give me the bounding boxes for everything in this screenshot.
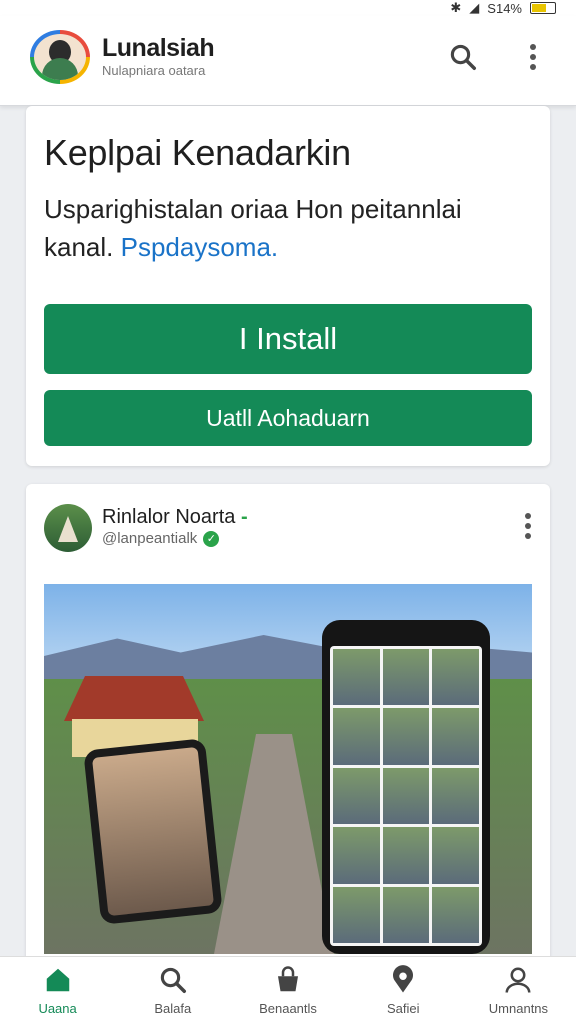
signal-icon: ◢ — [469, 0, 480, 15]
image-phone-right — [322, 620, 490, 954]
kebab-menu-icon — [530, 44, 536, 70]
app-subtitle: Nulapniara oatara — [102, 63, 206, 78]
location-icon — [393, 965, 414, 993]
status-bar: ✱ ◢ S14% — [0, 0, 576, 16]
post-image[interactable] — [44, 584, 532, 954]
install-card: Keplpai Kenadarkin Usparighistalan oriaa… — [26, 106, 550, 466]
nav-label: Umnantns — [488, 1001, 549, 1016]
search-icon — [450, 44, 476, 70]
post-author-name: Rinlalor Noarta — [102, 506, 236, 528]
nav-item-bag[interactable]: Benaantls — [230, 957, 345, 1024]
app-title: Lunalsiah — [102, 34, 215, 62]
home-icon — [46, 968, 69, 992]
bottom-nav: Uaana Balafa Benaantls Safiei Umnantns — [0, 956, 576, 1024]
nav-item-search[interactable]: Balafa — [115, 957, 230, 1024]
post-avatar[interactable] — [44, 504, 92, 552]
secondary-install-button[interactable]: Uatll Aohaduarn — [44, 390, 532, 446]
kebab-menu-icon — [525, 513, 531, 539]
nav-item-profile[interactable]: Umnantns — [461, 957, 576, 1024]
app-bar: Lunalsiah Nulapniara oatara — [0, 16, 576, 106]
nav-label: Safiei — [386, 1001, 420, 1016]
app-logo[interactable] — [30, 30, 90, 84]
search-icon — [160, 967, 186, 993]
battery-text: S14% — [487, 0, 522, 16]
post-handle: @lanpeantialk — [102, 530, 198, 547]
bluetooth-icon: ✱ — [450, 0, 462, 15]
image-house-roof — [64, 676, 204, 721]
overflow-menu-button[interactable] — [514, 38, 552, 76]
search-button[interactable] — [444, 38, 482, 76]
nav-label: Balafa — [154, 1001, 192, 1016]
nav-label: Uaana — [38, 1001, 77, 1016]
bag-icon — [278, 966, 298, 992]
verified-icon: ✓ — [203, 530, 220, 547]
post-menu-button[interactable] — [524, 512, 532, 545]
post-card: Rinlalor Noarta - @lanpeantialk ✓ — [26, 484, 550, 984]
nav-item-location[interactable]: Safiei — [346, 957, 461, 1024]
nav-item-home[interactable]: Uaana — [0, 957, 115, 1024]
install-title: Keplpai Kenadarkin — [44, 132, 351, 173]
user-icon — [505, 967, 531, 993]
nav-label: Benaantls — [259, 1001, 317, 1016]
battery-icon — [530, 2, 556, 14]
description-link[interactable]: Pspdaysoma. — [121, 232, 279, 262]
install-button[interactable]: I Install — [44, 304, 532, 374]
post-author-dash: - — [240, 506, 248, 528]
install-description: Usparighistalan oriaa Hon peitannlai kan… — [44, 190, 534, 266]
image-phone-left — [83, 738, 223, 925]
post-handle-row: @lanpeantialk ✓ — [102, 530, 220, 547]
post-author[interactable]: Rinlalor Noarta - — [102, 506, 248, 529]
